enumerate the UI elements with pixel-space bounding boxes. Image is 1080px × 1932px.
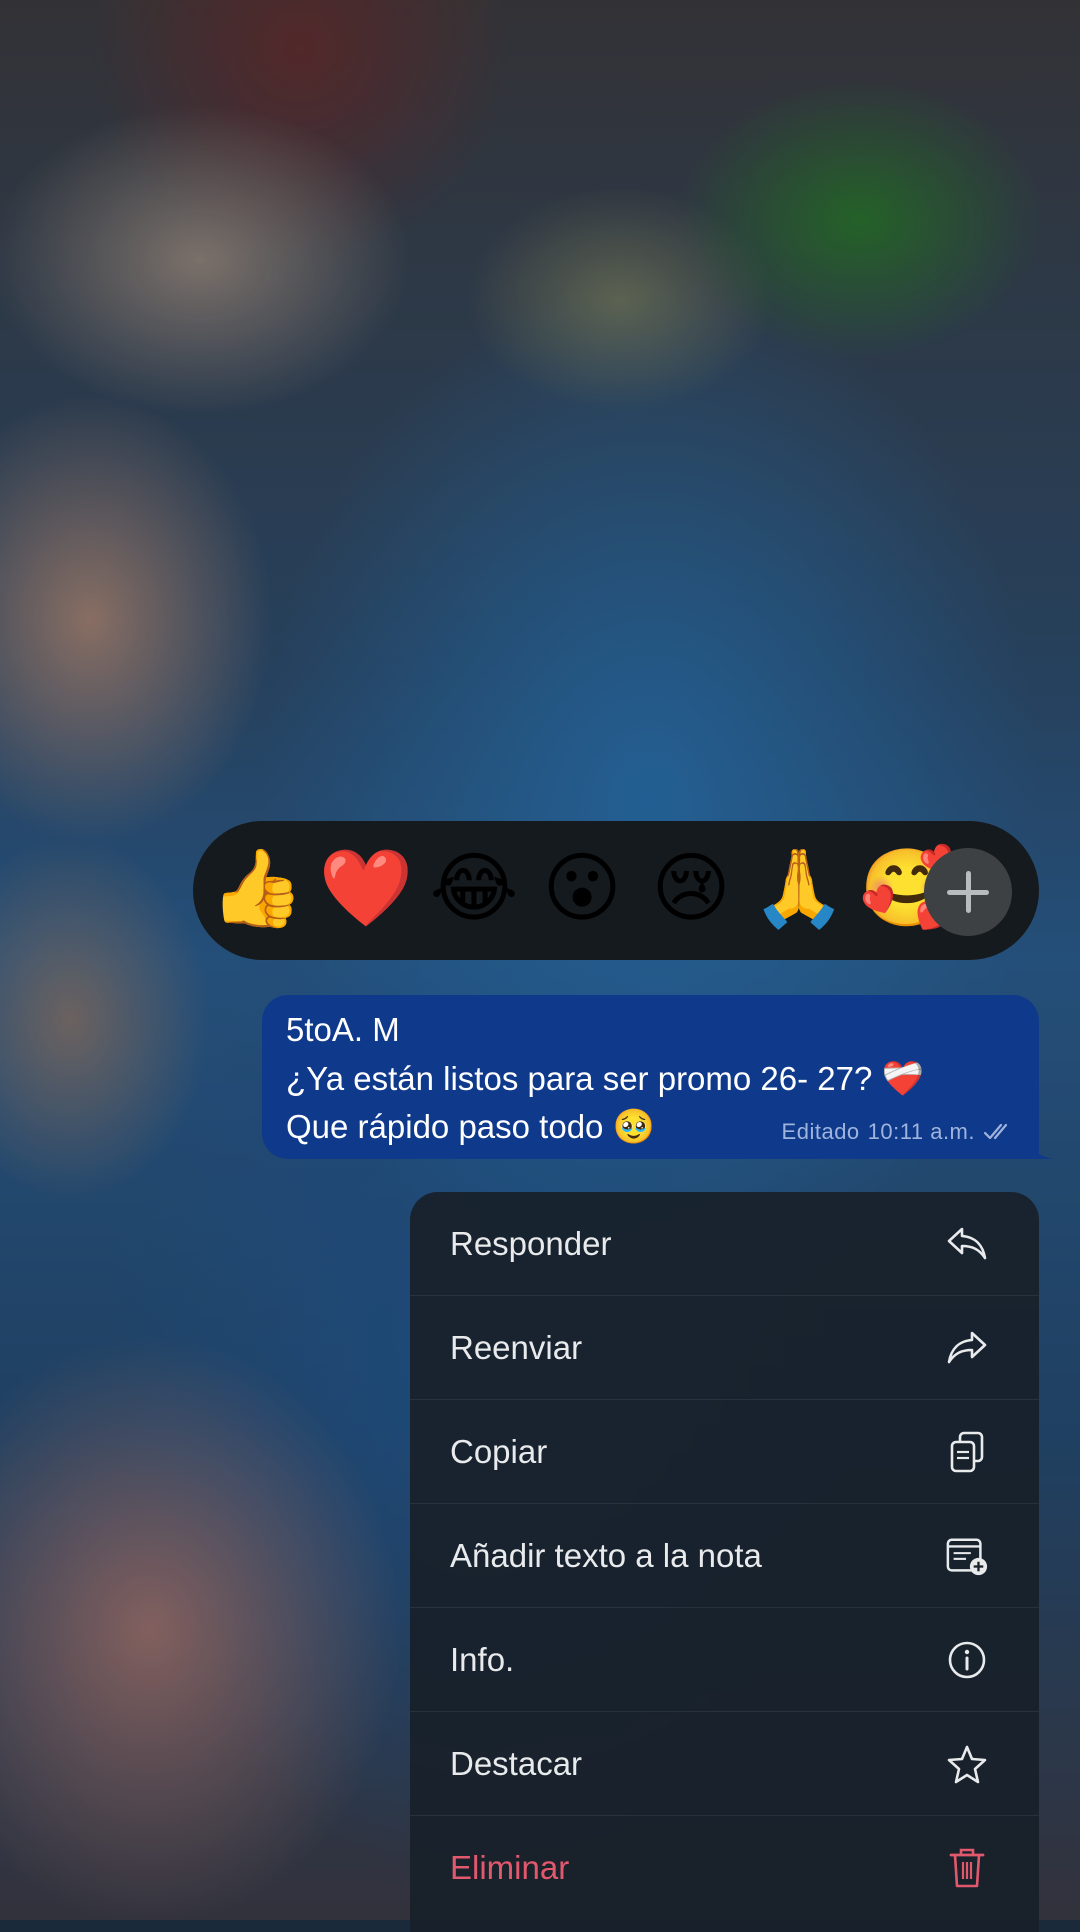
menu-item-forward[interactable]: Reenviar (410, 1296, 1039, 1400)
message-sender: 5toA. M (286, 1011, 400, 1048)
message-text-line-2: Que rápido paso todo 🥹 (286, 1107, 655, 1147)
message-bubble[interactable]: 5toA. M ¿Ya están listos para ser promo … (262, 995, 1053, 1159)
holding-tears-emoji: 🥹 (612, 1108, 655, 1146)
add-note-icon (945, 1534, 989, 1578)
reaction-thumbs-up[interactable]: 👍 (210, 851, 305, 927)
context-menu: Responder Reenviar Copiar Añadir texto a… (410, 1192, 1039, 1932)
menu-item-label: Destacar (450, 1744, 583, 1782)
reply-icon (945, 1222, 989, 1266)
info-icon (945, 1638, 989, 1682)
forward-icon (945, 1326, 989, 1370)
mending-heart-emoji: ❤️‍🩹 (881, 1060, 924, 1098)
message-text-1: ¿Ya están listos para ser promo 26- 27? (286, 1060, 873, 1097)
reaction-pray[interactable]: 🙏 (752, 851, 847, 927)
reaction-crying[interactable]: 😢 (651, 851, 730, 927)
message-text-2: Que rápido paso todo (286, 1108, 604, 1145)
menu-item-label: Copiar (450, 1432, 548, 1470)
menu-item-reply[interactable]: Responder (410, 1192, 1039, 1296)
menu-item-label: Reenviar (450, 1328, 583, 1366)
bubble-tail (1025, 1135, 1053, 1159)
trash-icon (945, 1846, 989, 1890)
plus-icon (947, 871, 989, 913)
menu-item-label: Añadir texto a la nota (450, 1536, 762, 1574)
menu-item-star[interactable]: Destacar (410, 1712, 1039, 1816)
menu-item-label: Eliminar (450, 1849, 570, 1886)
message-time: 10:11 a.m. (867, 1119, 975, 1144)
double-check-icon (983, 1123, 1008, 1140)
menu-item-label: Info. (450, 1640, 515, 1678)
reaction-surprised[interactable]: 😮 (542, 851, 621, 927)
edited-label: Editado (781, 1119, 860, 1144)
menu-item-info[interactable]: Info. (410, 1608, 1039, 1712)
menu-item-label: Responder (450, 1224, 612, 1262)
menu-item-copy[interactable]: Copiar (410, 1400, 1039, 1504)
message-meta: Editado 10:11 a.m. (782, 1119, 1013, 1145)
message-text-line-1: ¿Ya están listos para ser promo 26- 27? … (286, 1059, 924, 1099)
more-reactions-button[interactable] (924, 848, 1012, 936)
reaction-laughing[interactable]: 😂 (430, 851, 519, 927)
copy-icon (945, 1430, 989, 1474)
reaction-heart[interactable]: ❤️ (319, 851, 414, 927)
menu-item-add-to-note[interactable]: Añadir texto a la nota (410, 1504, 1039, 1608)
star-icon (945, 1742, 989, 1786)
menu-item-delete[interactable]: Eliminar (410, 1816, 1039, 1920)
